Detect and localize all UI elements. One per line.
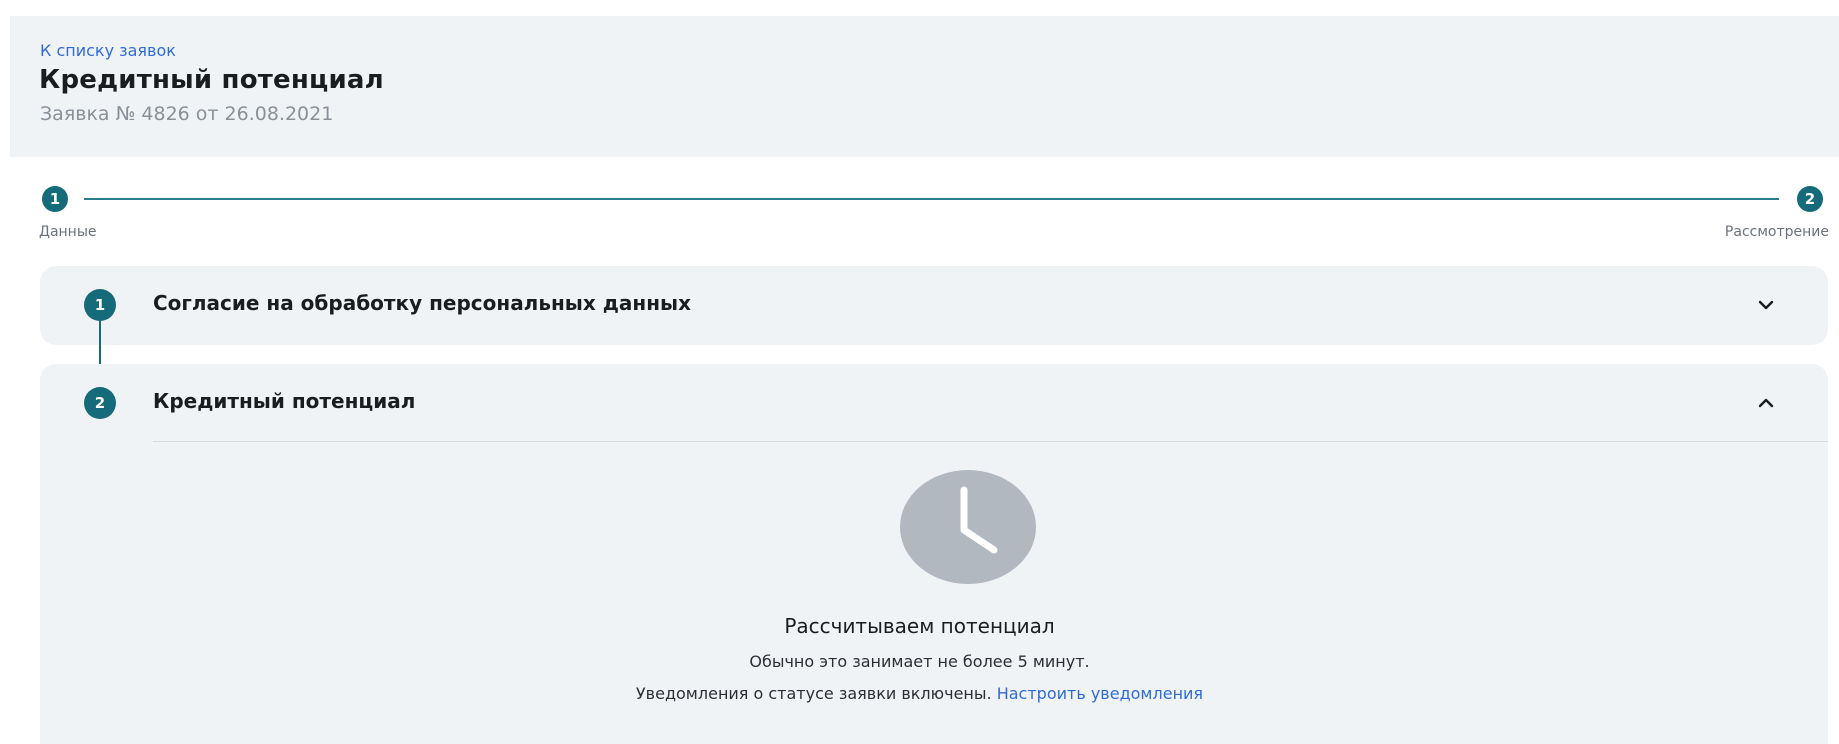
status-note: Обычно это занимает не более 5 минут.	[749, 652, 1090, 671]
notifications-line: Уведомления о статусе заявки включены. Н…	[0, 684, 1839, 703]
chevron-up-icon[interactable]	[1754, 391, 1778, 415]
section-2-title[interactable]: Кредитный потенциал	[153, 389, 415, 413]
chevron-down-icon[interactable]	[1754, 293, 1778, 317]
page-header: К списку заявок Кредитный потенциал Заяв…	[10, 16, 1839, 157]
clock-icon	[900, 470, 1036, 584]
back-to-list-link[interactable]: К списку заявок	[40, 41, 176, 60]
section-2-number-badge: 2	[84, 387, 116, 419]
section-divider	[153, 441, 1828, 442]
step-1-indicator: 1	[42, 186, 68, 212]
notifications-text: Уведомления о статусе заявки включены.	[635, 684, 992, 703]
step-2-indicator: 2	[1797, 186, 1823, 212]
configure-notifications-link[interactable]: Настроить уведомления	[997, 684, 1203, 703]
step-2-label: Рассмотрение	[1724, 224, 1829, 240]
section-1-title[interactable]: Согласие на обработку персональных данны…	[153, 291, 691, 315]
status-title: Рассчитываем потенциал	[784, 614, 1055, 638]
application-subtitle: Заявка № 4826 от 26.08.2021	[40, 103, 334, 125]
section-1-number-badge: 1	[84, 289, 116, 321]
page-title: Кредитный потенциал	[39, 65, 384, 95]
step-1-label: Данные	[39, 224, 97, 240]
stepper-line	[84, 198, 1779, 200]
